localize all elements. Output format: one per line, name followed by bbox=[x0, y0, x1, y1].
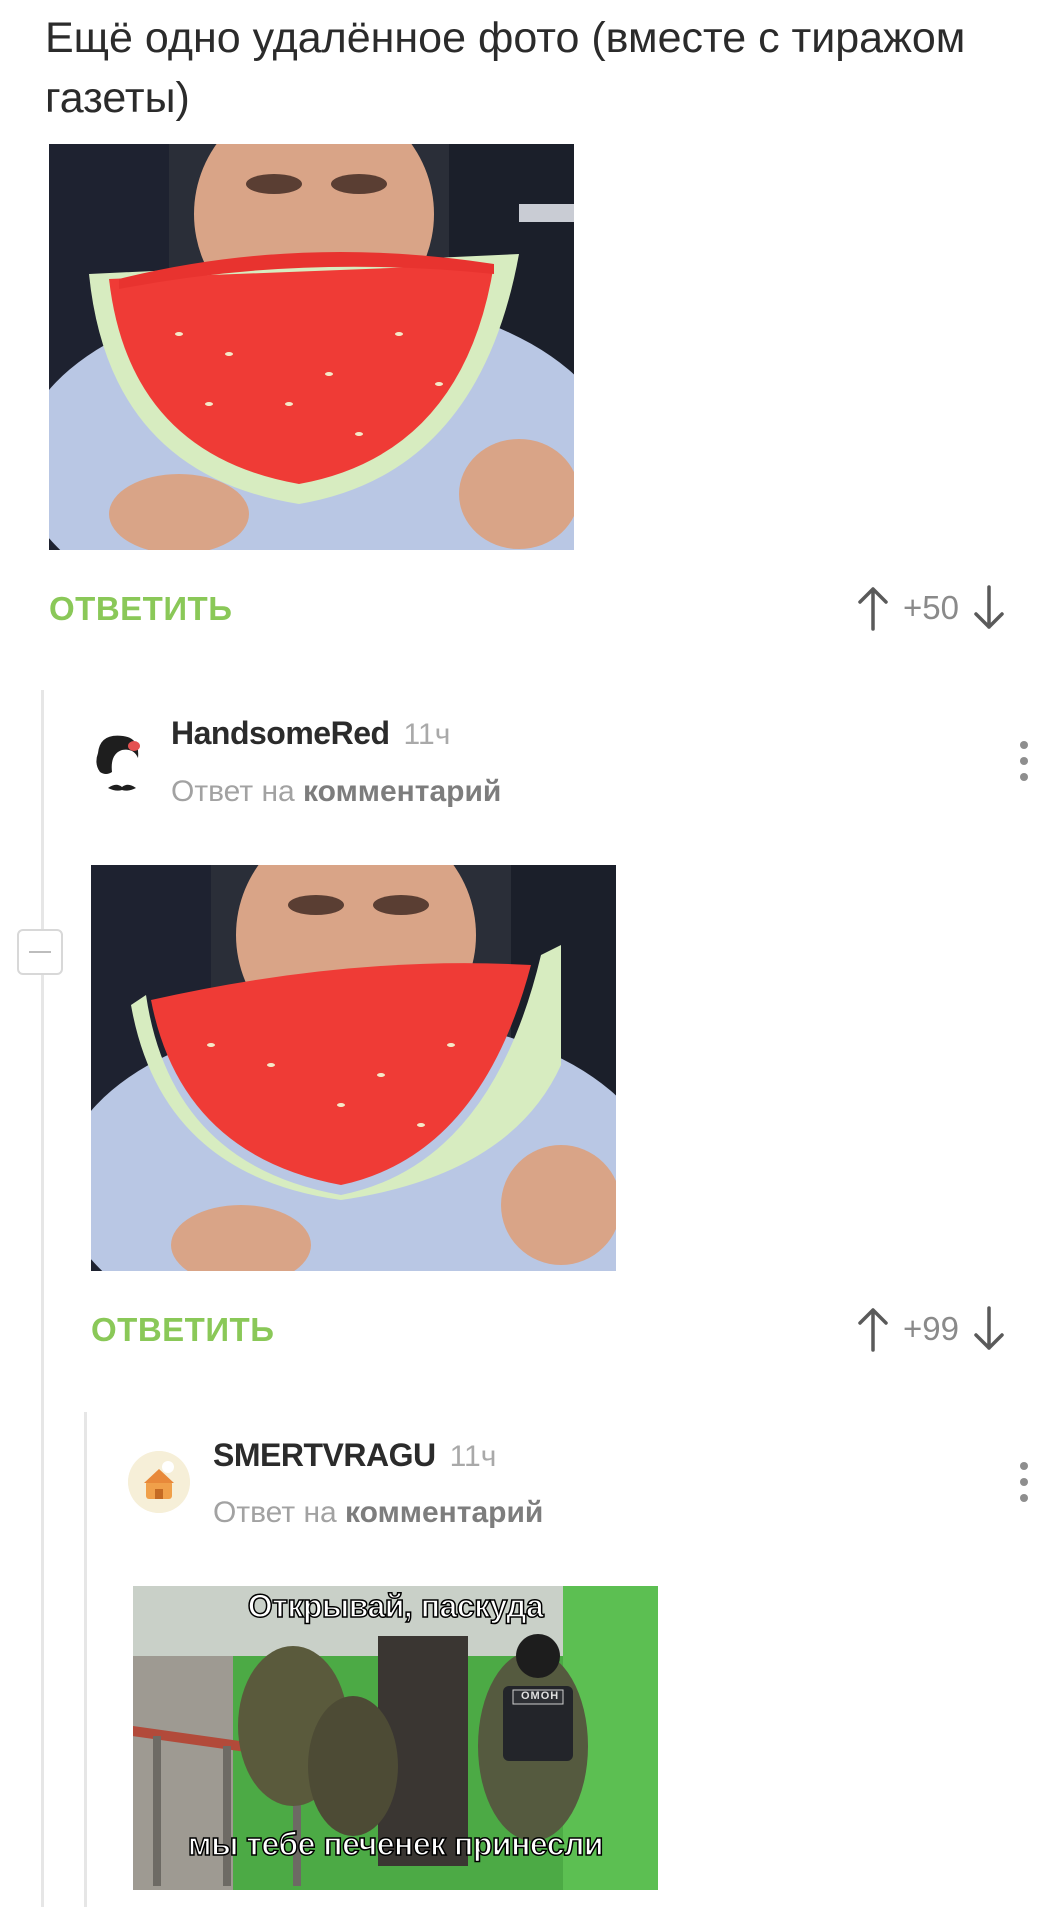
reply-to-line: Ответ на комментарий bbox=[213, 1496, 543, 1530]
post-image[interactable] bbox=[49, 144, 574, 550]
avatar[interactable] bbox=[88, 728, 146, 796]
reply-to-line: Ответ на комментарий bbox=[171, 775, 501, 809]
collapse-icon[interactable] bbox=[17, 929, 63, 975]
comment-time: 11ч bbox=[403, 718, 451, 751]
thread-line-nested bbox=[84, 1412, 87, 1907]
post-vote: +50 bbox=[855, 585, 1007, 631]
arrow-up-icon[interactable] bbox=[855, 585, 891, 631]
comment1-rating: +99 bbox=[903, 1310, 959, 1347]
more-vertical-icon[interactable] bbox=[1017, 1462, 1031, 1506]
comment-author[interactable]: SMERTVRAGU bbox=[213, 1437, 436, 1473]
meme-image[interactable]: ОМОН Открывай, паскуда мы тебе печенек п… bbox=[133, 1586, 658, 1890]
meme-caption-bottom: мы тебе печенек принесли bbox=[187, 1825, 604, 1863]
meme-caption-top: Открывай, паскуда bbox=[247, 1587, 545, 1625]
edited-watermelon-photo bbox=[91, 865, 616, 1271]
comment1-meta: HandsomeRed 11ч bbox=[171, 715, 450, 752]
watermelon-photo bbox=[49, 144, 574, 550]
post-rating: +50 bbox=[903, 589, 959, 626]
more-vertical-icon[interactable] bbox=[1017, 741, 1031, 785]
thread-line bbox=[41, 690, 44, 1907]
avatar[interactable] bbox=[128, 1451, 190, 1513]
comment1-reply-button[interactable]: ОТВЕТИТЬ bbox=[91, 1311, 274, 1349]
comment-time: 11ч bbox=[449, 1440, 497, 1473]
post-text: Ещё одно удалённое фото (вместе с тиражо… bbox=[45, 14, 966, 122]
comment2-meta: SMERTVRAGU 11ч bbox=[213, 1437, 496, 1474]
reply-to-prefix: Ответ на bbox=[213, 1496, 337, 1529]
comment1-vote: +99 bbox=[855, 1306, 1007, 1352]
post-reply-button[interactable]: ОТВЕТИТЬ bbox=[49, 590, 232, 628]
comment-image[interactable] bbox=[91, 865, 616, 1271]
arrow-down-icon[interactable] bbox=[971, 1306, 1007, 1352]
reply-to-prefix: Ответ на bbox=[171, 775, 295, 808]
comment-author[interactable]: HandsomeRed bbox=[171, 715, 390, 751]
arrow-up-icon[interactable] bbox=[855, 1306, 891, 1352]
meme-badge: ОМОН bbox=[521, 1690, 560, 1702]
reply-to-link[interactable]: комментарий bbox=[345, 1496, 543, 1529]
reply-to-link[interactable]: комментарий bbox=[303, 775, 501, 808]
arrow-down-icon[interactable] bbox=[971, 585, 1007, 631]
